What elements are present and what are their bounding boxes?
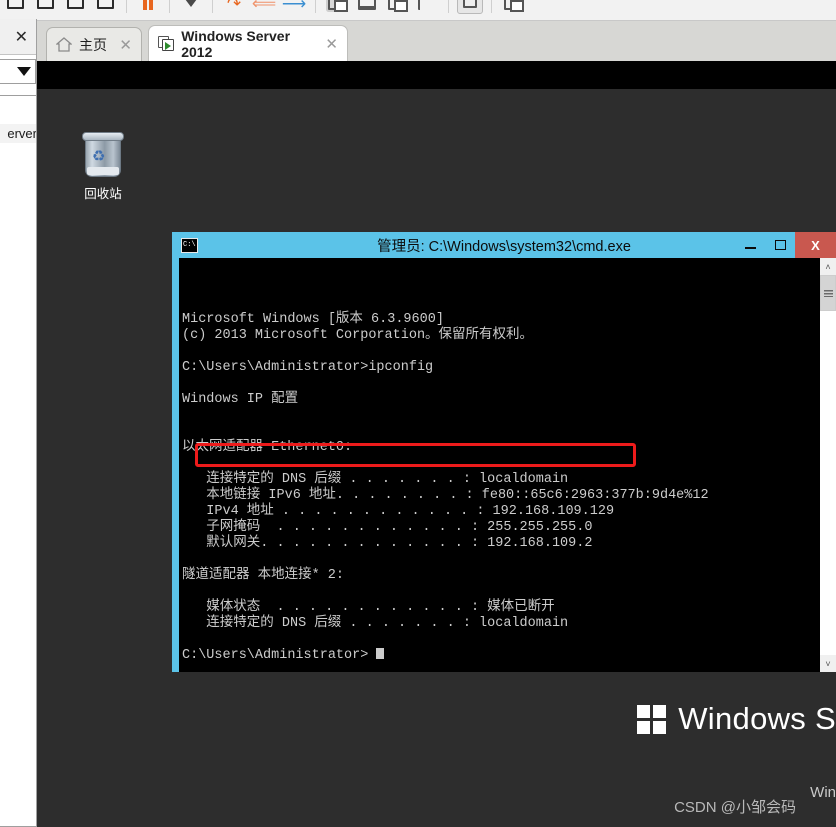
screen-black-band (37, 61, 836, 89)
console-line: (c) 2013 Microsoft Corporation。保留所有权利。 (182, 328, 534, 343)
console-line: 子网掩码 . . . . . . . . . . . . : 255.255.2… (182, 520, 593, 535)
scroll-track[interactable] (820, 275, 836, 655)
console-line: IPv4 地址 . . . . . . . . . . . . : 192.16… (182, 504, 615, 519)
toolbar-icon-group: ↷ ⟸ ⟶ (0, 0, 528, 20)
layout-single-icon[interactable] (322, 0, 352, 18)
layout-multi-icon[interactable] (382, 0, 412, 18)
console-line: 连接特定的 DNS 后缀 . . . . . . . : localdomain (182, 616, 569, 631)
cmd-left-edge (172, 258, 179, 672)
recycle-bin-icon: ♻ (81, 129, 125, 179)
arrow-down-icon[interactable] (176, 0, 206, 18)
console-line: 连接特定的 DNS 后缀 . . . . . . . : localdomain (182, 472, 569, 487)
console-cursor (376, 648, 385, 659)
vmware-toolbar: ↷ ⟸ ⟶ (0, 0, 836, 21)
vm-play-icon (158, 35, 174, 52)
tab-windows-server-2012[interactable]: Windows Server 2012 ✕ (148, 25, 348, 61)
left-panel-header: ✕ (0, 19, 36, 55)
cmd-window-controls: X (735, 232, 836, 258)
cmd-title-bar[interactable]: C:\ 管理员: C:\Windows\system32\cmd.exe X (172, 232, 836, 258)
toolbar-separator (491, 0, 492, 13)
cmd-minimize-button[interactable] (735, 232, 765, 258)
screen-icon-1[interactable] (0, 0, 30, 18)
tab-vm-label: Windows Server 2012 (181, 27, 291, 60)
wrench-icon[interactable]: ⟶ (279, 0, 309, 18)
cmd-scrollbar[interactable]: ˄ ˅ (819, 258, 836, 672)
cmd-maximize-button[interactable] (765, 232, 795, 258)
tab-home-close-icon[interactable]: ✕ (119, 36, 132, 54)
pause-icon[interactable] (133, 0, 163, 18)
toolbar-separator (126, 0, 127, 13)
back-icon[interactable]: ⟸ (249, 0, 279, 18)
home-icon (56, 37, 72, 52)
left-panel-close-icon[interactable]: ✕ (15, 27, 28, 47)
windows-logo-icon (637, 704, 667, 734)
console-line: C:\Users\Administrator>ipconfig (182, 360, 434, 375)
cmd-body: Microsoft Windows [版本 6.3.9600] (c) 2013 … (172, 258, 836, 672)
layout-flat-icon[interactable] (352, 0, 382, 18)
layout-corner-icon[interactable] (412, 0, 442, 18)
tab-bar: 主页 ✕ Windows Server 2012 ✕ (0, 21, 836, 61)
desktop-icon-recycle-bin[interactable]: ♻ 回收站 (61, 129, 145, 202)
fullscreen-icon[interactable] (455, 0, 485, 18)
cmd-window[interactable]: C:\ 管理员: C:\Windows\system32\cmd.exe X M… (172, 232, 836, 672)
cmd-close-button[interactable]: X (795, 232, 836, 258)
recycle-bin-label: 回收站 (84, 187, 122, 201)
app-root: ↷ ⟸ ⟶ 主页 ✕ Windows Server 2012 ✕ ♻ 回收站 W… (0, 0, 836, 827)
screen-icon-4[interactable] (90, 0, 120, 18)
tab-home-label: 主页 (79, 36, 107, 53)
unity-icon[interactable] (498, 0, 528, 18)
console-line: 默认网关. . . . . . . . . . . . . : 192.168.… (182, 536, 593, 551)
left-panel-dropdown[interactable]: . (0, 59, 36, 84)
toolbar-separator (212, 0, 213, 13)
scroll-thumb[interactable] (820, 275, 836, 311)
chevron-down-icon (17, 67, 31, 76)
scroll-up-arrow-icon[interactable]: ˄ (820, 258, 836, 275)
console-line: 以太网适配器 Ethernet0: (182, 440, 353, 455)
screen-icon-2[interactable] (30, 0, 60, 18)
csdn-watermark: CSDN @小邹会码 (674, 799, 796, 816)
list-item[interactable]: erver (0, 124, 36, 143)
console-line: Microsoft Windows [版本 6.3.9600] (182, 312, 444, 327)
toolbar-separator (169, 0, 170, 13)
screen-icon-3[interactable] (60, 0, 90, 18)
windows-brand-text: Windows S (678, 701, 836, 736)
tab-vm-close-icon[interactable]: ✕ (325, 35, 338, 53)
windows-brand: Windows S (637, 701, 836, 737)
tab-home[interactable]: 主页 ✕ (46, 27, 142, 61)
console-line: C:\Users\Administrator> (182, 648, 819, 664)
activation-watermark: Win (810, 784, 836, 801)
console-line: Windows IP 配置 (182, 392, 299, 407)
toolbar-separator (315, 0, 316, 13)
left-overlay-panel: ✕ . erver (0, 19, 37, 827)
toolbar-separator (448, 0, 449, 13)
console-output[interactable]: Microsoft Windows [版本 6.3.9600] (c) 2013 … (179, 258, 819, 672)
console-line: 本地链接 IPv6 地址. . . . . . . . : fe80::65c6… (182, 488, 709, 503)
left-panel-list[interactable]: erver (0, 95, 36, 827)
rotate-icon[interactable]: ↷ (219, 0, 249, 18)
console-line: 隧道适配器 本地连接* 2: (182, 568, 345, 583)
console-line: 媒体状态 . . . . . . . . . . . . : 媒体已断开 (182, 600, 555, 615)
scroll-down-arrow-icon[interactable]: ˅ (820, 655, 836, 672)
